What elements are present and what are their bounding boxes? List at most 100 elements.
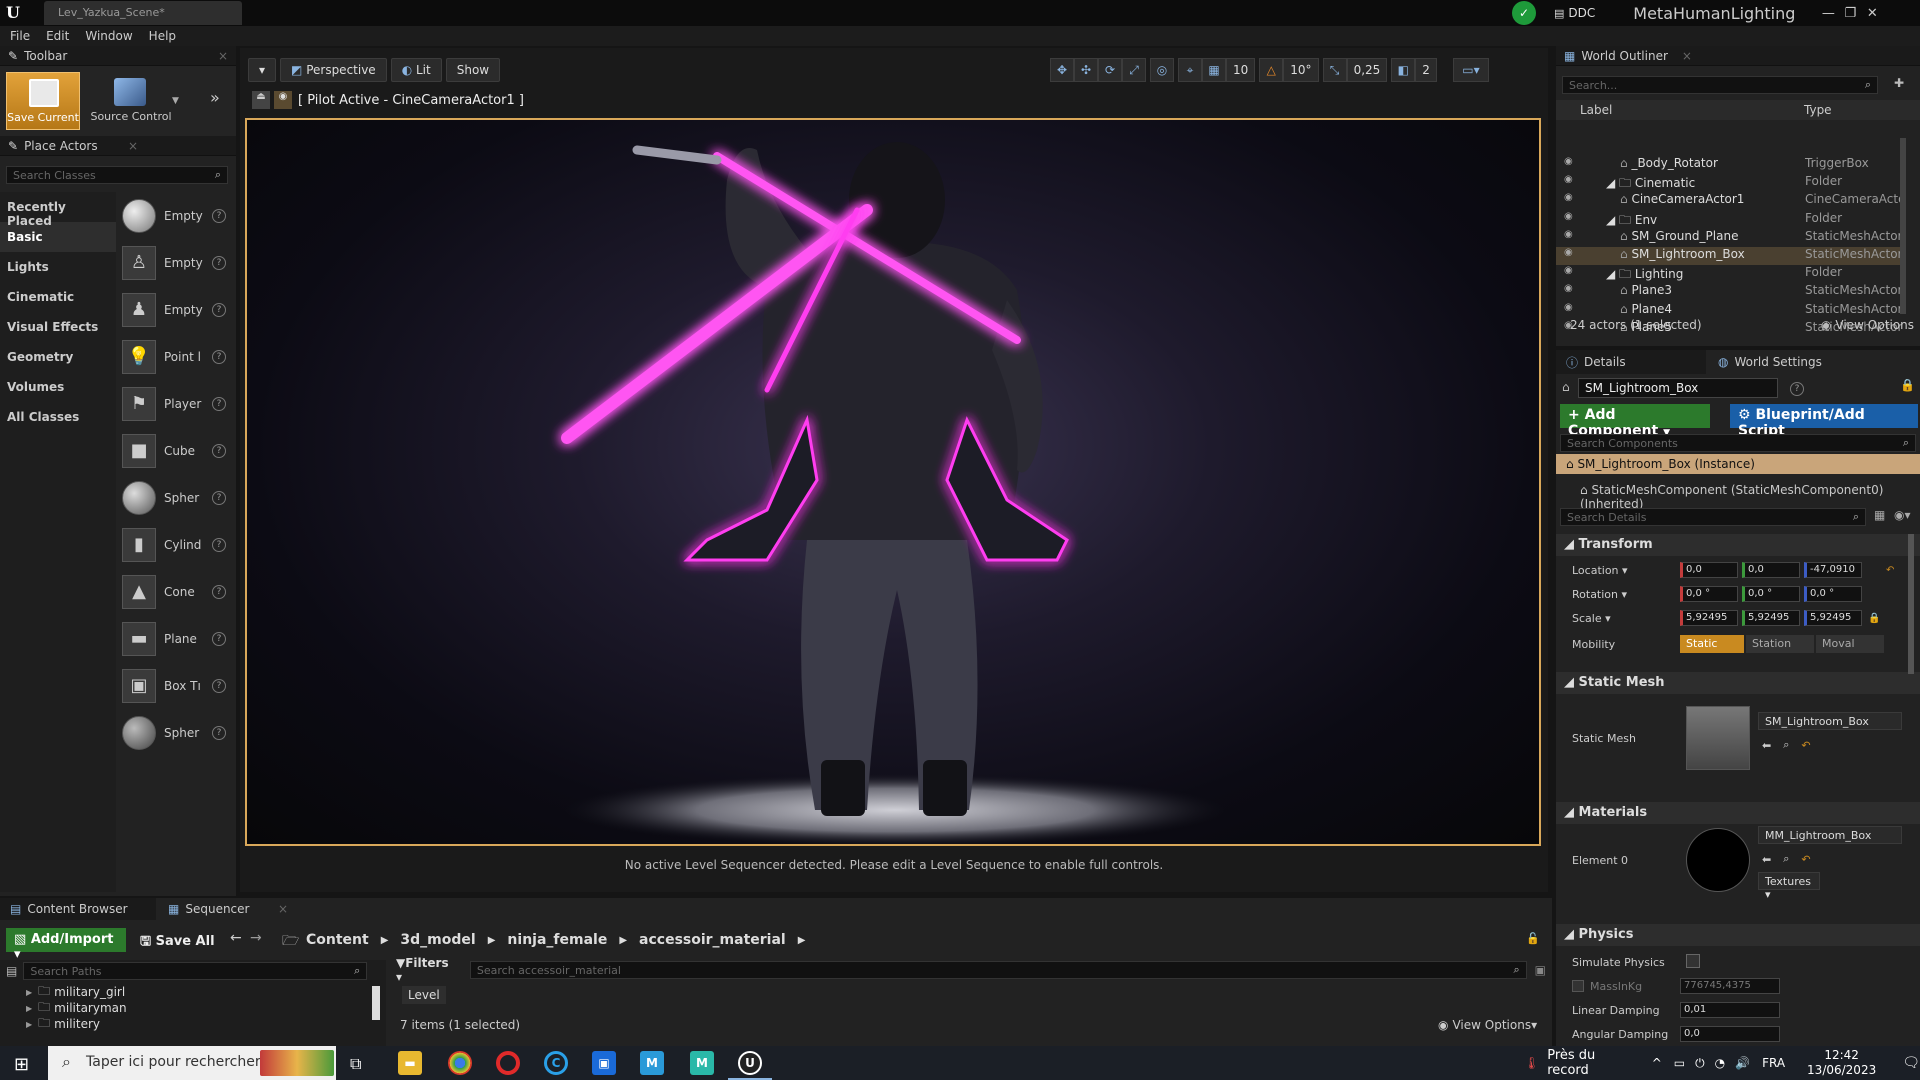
static-mesh-dropdown[interactable]: SM_Lightroom_Box [1758,712,1902,730]
world-settings-tab[interactable]: ◍ World Settings [1708,350,1868,374]
actor-item[interactable]: ▣ Box Tı? [122,662,232,709]
outliner-row[interactable]: ◉ ⌂ SM_Ground_Plane StaticMeshActor [1556,229,1904,247]
maximize-button[interactable]: ❐ [1839,6,1861,21]
outliner-row[interactable]: ◉ ⌂ Plane3 StaticMeshActor [1556,283,1904,301]
visibility-eye-icon[interactable]: ◉ [1564,211,1578,222]
visibility-eye-icon[interactable]: ◉ [1564,174,1578,185]
view-options-button[interactable]: View Options [1835,318,1914,332]
outliner-row[interactable]: ◉ ◢ 🗀 Cinematic Folder [1556,174,1904,192]
visibility-eye-icon[interactable]: ◉ [1564,229,1578,240]
mobility-movable[interactable]: Moval [1816,635,1884,653]
property-matrix-icon[interactable]: ▦ [1874,508,1885,522]
mass-override-checkbox[interactable] [1572,980,1584,992]
content-browser-tab[interactable]: ▤ Content Browser [0,898,156,920]
category-cinematic[interactable]: Cinematic [0,282,116,312]
folder-item[interactable]: ▶ 🗀 militery [26,1016,100,1032]
add-component-button[interactable]: + Add Component ▼ [1560,404,1710,439]
breadcrumb-ninja-female[interactable]: ninja_female [507,932,607,948]
browse-search-icon[interactable]: ⌕ [1783,852,1789,866]
outliner-scrollbar[interactable] [1900,138,1906,314]
location-label[interactable]: Location ▾ [1572,564,1628,577]
expand-arrow-icon[interactable]: ▶ [26,1004,32,1013]
instance-row[interactable]: ⌂ SM_Lightroom_Box (Instance) [1556,454,1920,474]
filters-button[interactable]: ▼Filters ▾ [396,956,458,984]
col-type[interactable]: Type [1804,103,1832,117]
rotation-snap-icon[interactable]: △ [1259,58,1284,82]
breadcrumb-separator-icon[interactable]: ▶ [381,935,389,946]
angular-damping-field[interactable]: 0,0 [1680,1026,1780,1042]
scale-z-field[interactable]: 5,92495 [1804,610,1862,626]
outliner-search-input[interactable]: Search... ⌕ [1562,76,1878,94]
scale-snap-value[interactable]: 0,25 [1346,58,1388,82]
visibility-eye-icon[interactable]: ◉ [1564,247,1578,258]
col-label[interactable]: Label [1580,103,1804,117]
help-icon[interactable]: ? [212,678,226,693]
breadcrumb-3d-model[interactable]: 3d_model [400,932,475,948]
help-icon[interactable]: ? [212,349,226,364]
grid-snap-value[interactable]: 10 [1226,58,1256,82]
show-button[interactable]: Show [445,58,501,82]
linear-damping-field[interactable]: 0,01 [1680,1002,1780,1018]
menu-edit[interactable]: Edit [46,29,69,43]
add-import-button[interactable]: ▧ Add/Import ▾ [6,928,126,962]
help-icon[interactable]: ? [212,631,226,646]
search-details-input[interactable]: Search Details ⌕ [1560,508,1866,526]
document-tab[interactable]: Lev_Yazkua_Scene* [44,1,242,25]
category-geometry[interactable]: Geometry [0,342,116,372]
world-local-icon[interactable]: ◎ [1150,58,1174,82]
select-mode-icon[interactable]: ✥ [1050,58,1074,82]
camera-speed-value[interactable]: 2 [1415,58,1437,82]
menu-file[interactable]: File [10,29,30,43]
network-icon[interactable]: ◔ [1715,1056,1725,1070]
eye-icon[interactable]: ◉▾ [1894,508,1911,522]
rotate-icon[interactable]: ⟳ [1098,58,1122,82]
actor-item[interactable]: 💡 Point l? [122,333,232,380]
category-lights[interactable]: Lights [0,252,116,282]
outliner-row[interactable]: ◉ ⌂ CineCameraActor1 CineCameraActo [1556,192,1905,210]
source-control-button[interactable]: Source Control [88,72,174,130]
asset-search-input[interactable]: Search accessoir_material ⌕ [469,961,1527,979]
reset-arrow-icon[interactable]: ↶ [1801,853,1810,866]
actor-item[interactable]: Spher? [122,709,232,756]
scale-y-field[interactable]: 5,92495 [1742,610,1800,626]
taskbar-search-input[interactable]: ⌕ Taper ici pour rechercher [48,1046,336,1080]
rotation-x-field[interactable]: 0,0 ° [1680,586,1738,602]
close-tab-icon[interactable]: × [218,49,228,63]
grid-snap-icon[interactable]: ▦ [1202,58,1226,82]
level-filter-chip[interactable]: Level [402,986,446,1004]
lock-icon[interactable]: 🔓 [1526,932,1540,945]
reset-arrow-icon[interactable]: ↶ [1801,739,1810,752]
mobility-stationary[interactable]: Station [1746,635,1814,653]
materials-section[interactable]: ◢ Materials [1556,802,1920,824]
toolbar-tab[interactable]: ✎ Toolbar × [0,46,236,66]
expand-toolbar-icon[interactable]: » [210,88,220,107]
ddc-label[interactable]: DDC [1568,6,1595,20]
actor-item[interactable]: Spher? [122,474,232,521]
paths-toggle-icon[interactable]: ▤ [6,964,17,978]
language-indicator[interactable]: FRA [1762,1056,1785,1070]
actor-item[interactable]: ▮ Cylind? [122,521,232,568]
blueprint-button[interactable]: ⚙ Blueprint/Add Script [1730,404,1918,439]
help-icon[interactable]: ? [212,302,226,317]
expand-arrow-icon[interactable]: ▶ [26,1020,32,1029]
visibility-eye-icon[interactable]: ◉ [1564,156,1578,167]
details-scrollbar[interactable] [1908,534,1914,674]
camera-speed-icon[interactable]: ◧ [1391,58,1416,82]
actor-name-field[interactable]: SM_Lightroom_Box [1578,378,1778,398]
location-y-field[interactable]: 0,0 [1742,562,1800,578]
source-control-status-icon[interactable]: ✓ [1512,1,1536,25]
volume-icon[interactable]: 🔊 [1735,1056,1750,1070]
paths-scrollbar[interactable] [372,986,380,1020]
surface-snap-icon[interactable]: ⌖ [1178,58,1202,82]
unreal-engine-taskbar-icon[interactable]: U [738,1051,762,1075]
textures-dropdown[interactable]: Textures ▾ [1758,872,1820,901]
actor-item[interactable]: ■ Cube? [122,427,232,474]
actor-item[interactable]: ♙ Empty? [122,239,232,286]
breadcrumb-accessoir-material[interactable]: accessoir_material [639,932,786,948]
perspective-button[interactable]: ◩ Perspective [280,58,387,82]
source-control-dropdown-icon[interactable]: ▼ [172,96,179,106]
breadcrumb-separator-icon[interactable]: ▶ [488,935,496,946]
outliner-row[interactable]: ◉ ⌂ _Body_Rotator TriggerBox [1556,156,1904,174]
close-tab-icon[interactable]: × [128,139,138,153]
browse-search-icon[interactable]: ⌕ [1783,738,1789,752]
